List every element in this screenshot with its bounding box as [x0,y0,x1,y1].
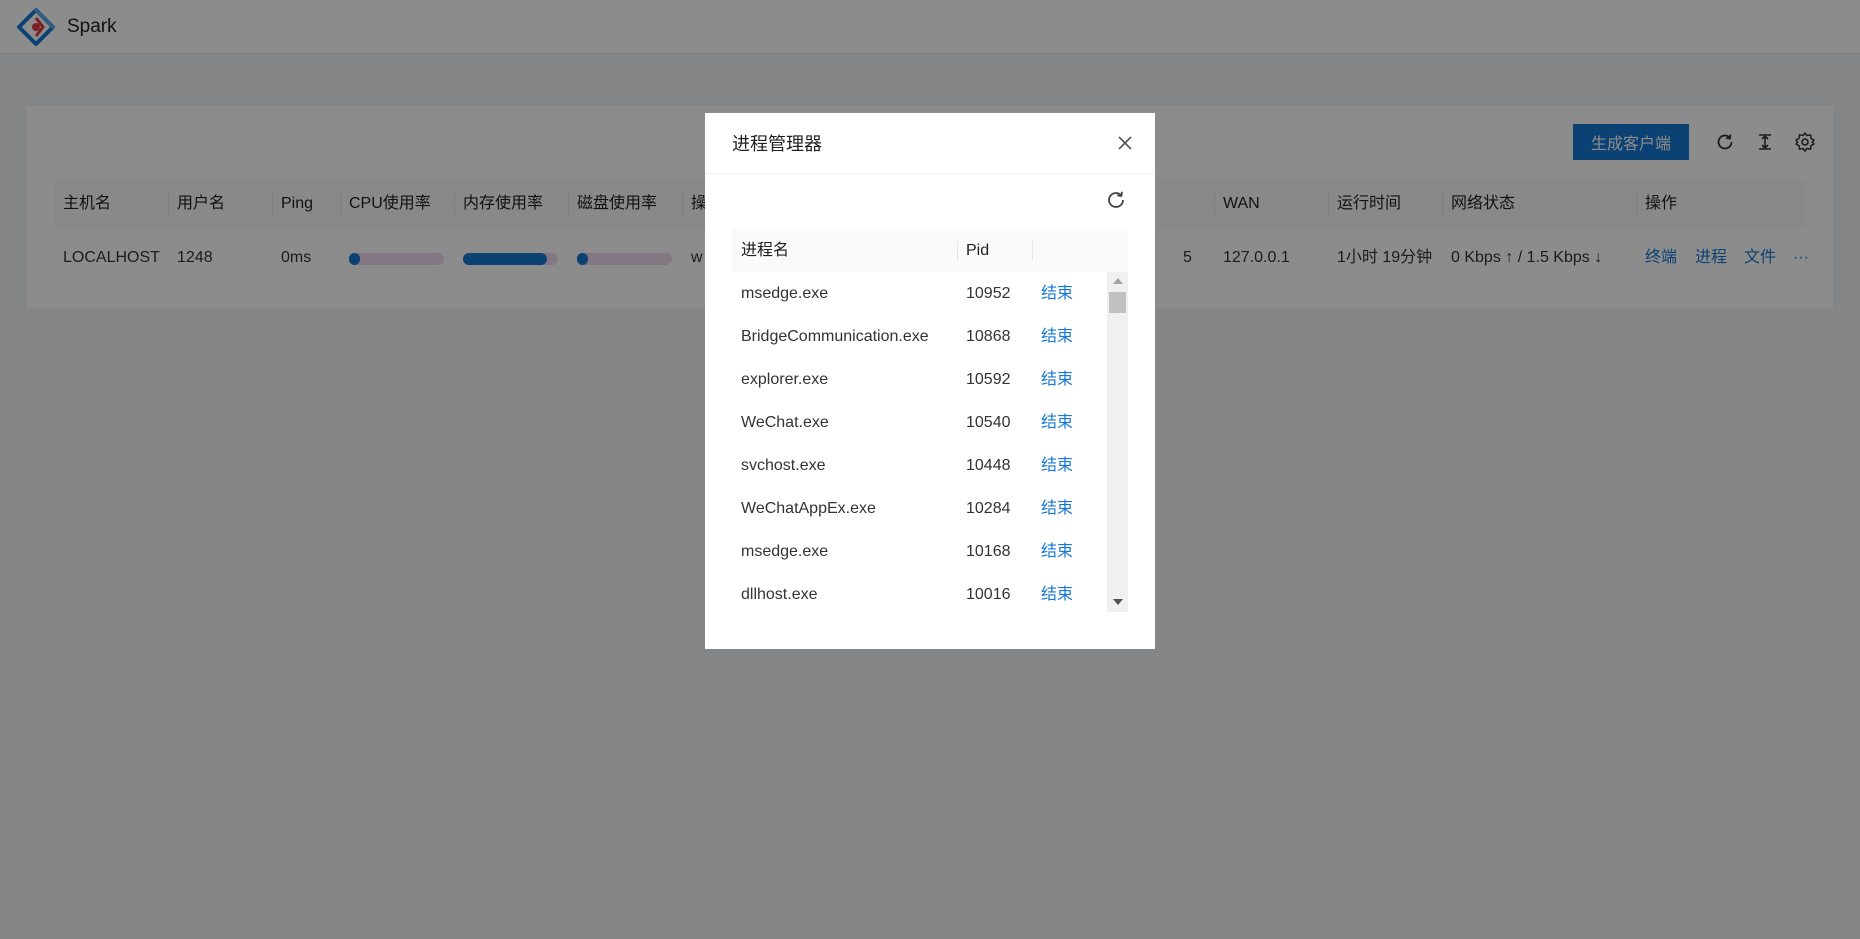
end-process-link[interactable]: 结束 [1032,272,1073,315]
process-row: WeChatAppEx.exe 10284 结束 [732,487,1112,530]
modal-header: 进程管理器 [705,113,1155,174]
process-pid: 10592 [966,371,1011,388]
process-name: msedge.exe [741,285,829,302]
process-row: WeChat.exe 10540 结束 [732,401,1112,444]
process-row: BridgeCommunication.exe 10868 结束 [732,315,1112,358]
column-process-action [1032,229,1128,272]
process-row: msedge.exe 10952 结束 [732,272,1112,315]
end-process-link[interactable]: 结束 [1032,444,1073,487]
end-process-link[interactable]: 结束 [1032,401,1073,444]
process-row: explorer.exe 10592 结束 [732,358,1112,401]
scroll-up-arrow[interactable] [1113,278,1123,284]
close-icon[interactable] [1113,131,1137,155]
process-table-header: 进程名 Pid [732,229,1128,272]
process-name: msedge.exe [741,543,829,560]
process-pid: 10952 [966,285,1011,302]
process-list[interactable]: msedge.exe 10952 结束 BridgeCommunication.exe… [732,272,1112,612]
column-process-name[interactable]: 进程名 [732,229,957,272]
process-manager-modal: 进程管理器 进程名 Pid msedge.exe 10952 结束 BridgeCom… [705,113,1155,649]
process-name: WeChatAppEx.exe [741,500,876,517]
process-name: dllhost.exe [741,586,818,603]
process-pid: 10448 [966,457,1011,474]
process-name: explorer.exe [741,371,829,388]
scroll-down-arrow[interactable] [1113,599,1123,605]
end-process-link[interactable]: 结束 [1032,315,1073,358]
process-pid: 10284 [966,500,1011,517]
column-pid[interactable]: Pid [957,229,1032,272]
process-name: WeChat.exe [741,414,829,431]
end-process-link[interactable]: 结束 [1032,487,1073,530]
process-row: msedge.exe 10168 结束 [732,530,1112,573]
end-process-link[interactable]: 结束 [1032,530,1073,573]
process-row: svchost.exe 10448 结束 [732,444,1112,487]
modal-title: 进程管理器 [732,134,822,154]
process-pid: 10540 [966,414,1011,431]
end-process-link[interactable]: 结束 [1032,358,1073,401]
process-name: BridgeCommunication.exe [741,328,929,345]
scroll-thumb[interactable] [1109,292,1126,313]
process-pid: 10168 [966,543,1011,560]
process-name: svchost.exe [741,457,826,474]
process-list-scrollbar[interactable] [1107,272,1128,612]
refresh-icon[interactable] [1105,189,1127,211]
process-pid: 10016 [966,586,1011,603]
process-pid: 10868 [966,328,1011,345]
end-process-link[interactable]: 结束 [1032,573,1073,612]
process-row: dllhost.exe 10016 结束 [732,573,1112,612]
